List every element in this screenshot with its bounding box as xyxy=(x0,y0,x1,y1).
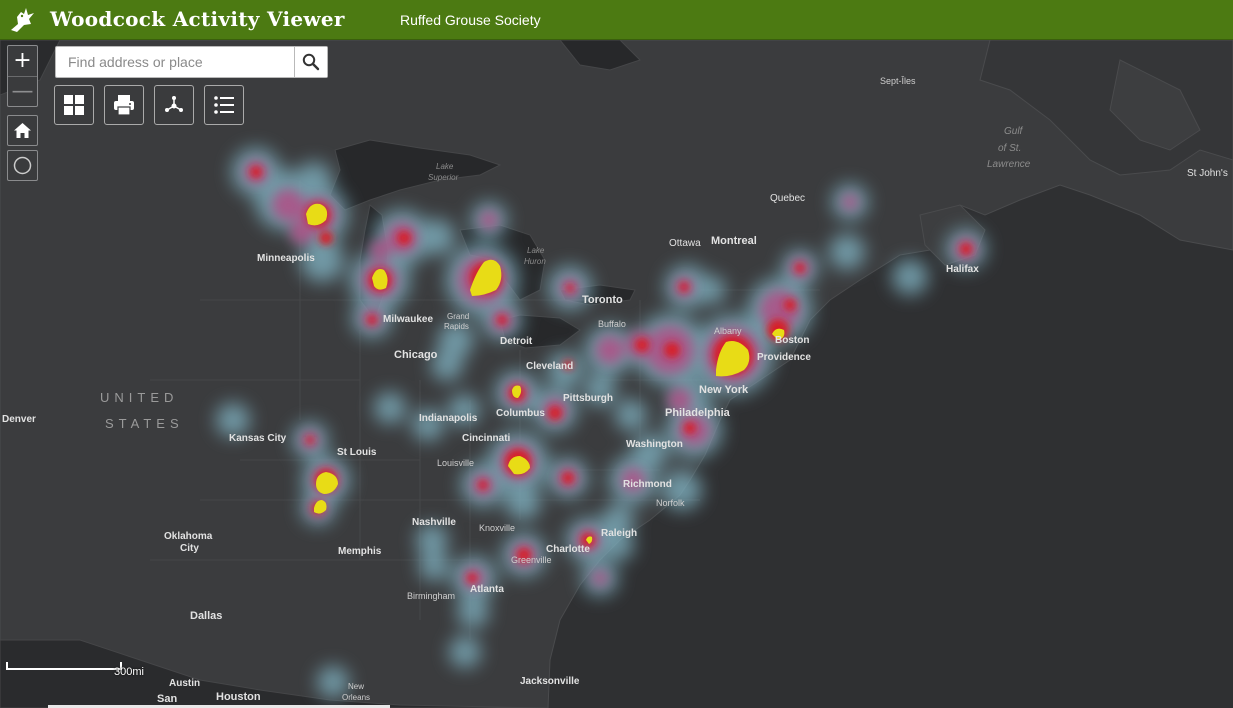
water-label: Lake xyxy=(436,162,454,171)
zoom-control: + — xyxy=(7,45,38,107)
place-label: Raleigh xyxy=(601,528,637,539)
place-label: Cincinnati xyxy=(462,433,511,444)
place-label: Pittsburgh xyxy=(563,393,613,404)
place-label: City xyxy=(180,543,199,554)
place-label: Boston xyxy=(775,335,809,346)
water-label: Gulf xyxy=(1004,126,1024,137)
app-subtitle[interactable]: Ruffed Grouse Society xyxy=(400,12,541,28)
place-label: Denver xyxy=(2,414,36,425)
share-icon xyxy=(165,96,183,112)
place-label: Milwaukee xyxy=(383,314,433,325)
search-icon xyxy=(302,53,320,71)
scale-line xyxy=(6,662,122,670)
place-label: Louisville xyxy=(437,458,474,468)
place-label: New York xyxy=(699,384,749,396)
place-label: Oklahoma xyxy=(164,531,213,542)
place-label: Albany xyxy=(714,326,742,336)
place-label: Knoxville xyxy=(479,523,515,533)
place-label: New xyxy=(348,682,364,691)
place-label: Ottawa xyxy=(669,238,701,249)
zoom-out-button[interactable]: — xyxy=(8,76,37,106)
water-label: Lawrence xyxy=(987,159,1031,170)
water-label: Huron xyxy=(524,257,546,266)
place-label: Richmond xyxy=(623,479,672,490)
basemap-gallery-button[interactable] xyxy=(54,85,94,125)
place-label: Montreal xyxy=(711,235,757,247)
place-label: Buffalo xyxy=(598,319,626,329)
country-label: UNITED xyxy=(100,390,178,405)
list-icon xyxy=(214,96,234,114)
app-header: Woodcock Activity Viewer Ruffed Grouse S… xyxy=(0,0,1233,40)
home-button[interactable] xyxy=(7,115,38,146)
place-label: Chicago xyxy=(394,349,438,361)
search-button[interactable] xyxy=(294,47,327,77)
place-label: Memphis xyxy=(338,546,382,557)
place-label: Charlotte xyxy=(546,544,590,555)
place-label: Greenville xyxy=(511,555,552,565)
place-label: Nashville xyxy=(412,517,456,528)
place-label: Grand xyxy=(447,312,469,321)
place-label: Washington xyxy=(626,439,683,450)
place-label: Detroit xyxy=(500,336,533,347)
legend-button[interactable] xyxy=(204,85,244,125)
place-label: Providence xyxy=(757,352,811,363)
locate-button[interactable] xyxy=(7,150,38,181)
map-canvas[interactable]: UNITED STATES Sept-Îles Gulf of St. Lawr… xyxy=(0,40,1233,708)
place-label: Indianapolis xyxy=(419,413,478,424)
place-label: Toronto xyxy=(582,294,623,306)
grid-icon xyxy=(64,95,84,115)
place-label: Houston xyxy=(216,691,261,703)
search-input[interactable] xyxy=(56,47,295,77)
place-label: San xyxy=(157,693,177,705)
home-icon xyxy=(14,123,31,138)
place-label: Cleveland xyxy=(526,361,573,372)
place-label: Philadelphia xyxy=(665,407,731,419)
app-title: Woodcock Activity Viewer xyxy=(50,7,345,31)
water-label: Lake xyxy=(527,246,545,255)
place-label: St Louis xyxy=(337,447,377,458)
search-widget xyxy=(55,46,328,78)
scale-bar: 300mi xyxy=(4,662,154,680)
place-label: Jacksonville xyxy=(520,676,580,687)
scale-label: 300mi xyxy=(114,666,144,678)
zoom-in-button[interactable]: + xyxy=(8,46,37,76)
place-label: Quebec xyxy=(770,193,805,204)
print-button[interactable] xyxy=(104,85,144,125)
water-label: Superior xyxy=(428,173,459,182)
locate-icon xyxy=(13,156,32,175)
place-label: Minneapolis xyxy=(257,253,315,264)
map-view[interactable]: UNITED STATES Sept-Îles Gulf of St. Lawr… xyxy=(0,40,1233,708)
place-label: Rapids xyxy=(444,322,469,331)
place-label: Birmingham xyxy=(407,591,455,601)
place-label: Orleans xyxy=(342,693,370,702)
woodcock-bird-icon xyxy=(11,8,34,32)
place-label: Sept-Îles xyxy=(880,76,916,86)
place-label: Halifax xyxy=(946,264,979,275)
printer-icon xyxy=(114,95,134,116)
place-label: Norfolk xyxy=(656,498,685,508)
place-label: Atlanta xyxy=(470,584,504,595)
place-label: St John's xyxy=(1187,168,1228,179)
share-button[interactable] xyxy=(154,85,194,125)
place-label: Kansas City xyxy=(229,433,287,444)
country-label: STATES xyxy=(105,416,184,431)
water-label: of St. xyxy=(998,143,1021,154)
place-label: Dallas xyxy=(190,610,222,622)
place-label: Austin xyxy=(169,678,200,689)
place-label: Columbus xyxy=(496,408,545,419)
